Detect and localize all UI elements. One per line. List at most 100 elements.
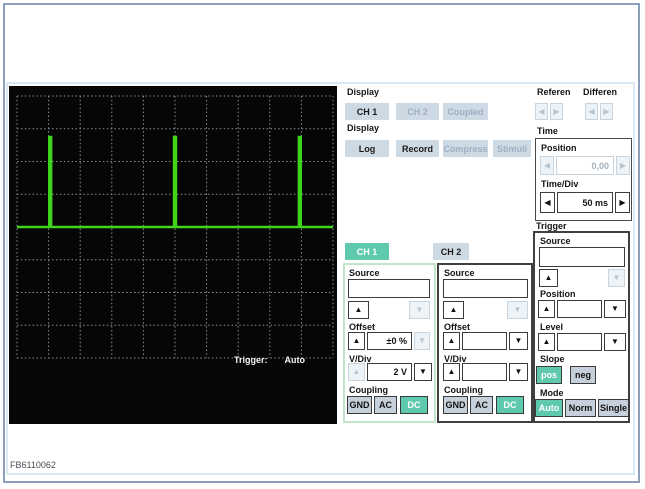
ch2-source-label: Source (444, 268, 475, 278)
ch1-coupling-gnd-button[interactable]: GND (347, 396, 372, 414)
mode-auto-button[interactable]: Auto (535, 399, 563, 417)
right-arrow-icon: ▶ (619, 160, 627, 170)
ch1-offset-field[interactable]: ±0 % (367, 332, 412, 350)
mode-single-button[interactable]: Single (598, 399, 629, 417)
trigger-status-value: Auto (284, 355, 306, 365)
ch1-coupling-dc-button[interactable]: DC (400, 396, 428, 414)
timediv-field[interactable]: 50 ms (557, 192, 613, 213)
ch2-source-down-button[interactable]: ▼ (507, 301, 528, 319)
display-ch2-button[interactable]: CH 2 (396, 103, 439, 120)
display-coupled-button[interactable]: Coupled (443, 103, 488, 120)
compress-button[interactable]: Compress (443, 140, 488, 157)
slope-neg-button[interactable]: neg (570, 366, 596, 384)
record-button[interactable]: Record (396, 140, 439, 157)
up-arrow-icon: ▲ (447, 336, 456, 345)
up-arrow-icon: ▲ (542, 337, 551, 346)
up-arrow-icon: ▲ (544, 273, 553, 282)
tab-ch2[interactable]: CH 2 (433, 243, 469, 260)
up-arrow-icon: ▲ (352, 367, 361, 376)
up-arrow-icon: ▲ (352, 336, 361, 345)
trigger-level-down-button[interactable]: ▼ (604, 333, 626, 351)
time-position-field[interactable]: 0,00 (556, 156, 614, 175)
slope-pos-button[interactable]: pos (536, 366, 562, 384)
ch2-vdiv-field[interactable] (462, 363, 507, 381)
down-arrow-icon: ▼ (611, 304, 619, 313)
up-arrow-icon: ▲ (542, 304, 551, 313)
reference-label: Referen (537, 87, 571, 97)
ch1-source-label: Source (349, 268, 380, 278)
mode-norm-button[interactable]: Norm (565, 399, 596, 417)
trigger-source-label: Source (540, 236, 571, 246)
up-arrow-icon: ▲ (449, 305, 458, 314)
ch2-offset-label: Offset (444, 322, 471, 332)
trigger-position-down-button[interactable]: ▼ (604, 300, 626, 318)
down-arrow-icon: ▼ (611, 337, 619, 346)
down-arrow-icon: ▼ (419, 367, 427, 376)
up-arrow-icon: ▲ (354, 305, 363, 314)
right-arrow-icon: ▶ (619, 197, 626, 207)
timediv-decrease-button[interactable]: ◀ (540, 192, 555, 213)
trigger-slope-label: Slope (540, 354, 565, 364)
scope-svg (16, 95, 334, 359)
trigger-label: Trigger (536, 221, 567, 231)
ch1-vdiv-up-button[interactable]: ▲ (348, 363, 365, 381)
ch2-vdiv-up-button[interactable]: ▲ (443, 363, 460, 381)
left-arrow-icon: ◀ (544, 197, 551, 207)
trigger-level-field[interactable] (557, 333, 602, 351)
trigger-status: Trigger: Auto (234, 355, 305, 365)
ch2-coupling-ac-button[interactable]: AC (470, 396, 493, 414)
ch1-source-down-button[interactable]: ▼ (409, 301, 430, 319)
trigger-source-field[interactable] (539, 247, 625, 267)
trigger-status-label: Trigger: (234, 355, 268, 365)
difference-prev-button[interactable]: ◀ (585, 103, 598, 120)
reference-prev-button[interactable]: ◀ (535, 103, 548, 120)
ch2-offset-down-button[interactable]: ▼ (509, 332, 528, 350)
tab-ch1[interactable]: CH 1 (345, 243, 389, 260)
trigger-source-up-button[interactable]: ▲ (539, 269, 558, 287)
ch1-offset-down-button[interactable]: ▼ (414, 332, 430, 350)
timediv-increase-button[interactable]: ▶ (615, 192, 630, 213)
time-position-label: Position (541, 143, 577, 153)
ch2-coupling-gnd-button[interactable]: GND (443, 396, 468, 414)
display-ch1-button[interactable]: CH 1 (345, 103, 389, 120)
left-arrow-icon: ◀ (538, 106, 545, 116)
left-arrow-icon: ◀ (543, 160, 551, 170)
trigger-position-field[interactable] (557, 300, 602, 318)
ch2-coupling-dc-button[interactable]: DC (496, 396, 524, 414)
trigger-position-up-button[interactable]: ▲ (538, 300, 555, 318)
trigger-position-label: Position (540, 289, 576, 299)
difference-label: Differen (583, 87, 618, 97)
down-arrow-icon: ▼ (514, 336, 523, 345)
down-arrow-icon: ▼ (514, 367, 523, 376)
ch1-source-field[interactable] (348, 279, 430, 298)
ch1-offset-label: Offset (349, 322, 376, 332)
ch1-vdiv-field[interactable]: 2 V (367, 363, 412, 381)
ch1-vdiv-down-button[interactable]: ▼ (414, 363, 432, 381)
right-arrow-icon: ▶ (553, 106, 560, 116)
timediv-label: Time/Div (541, 179, 579, 189)
display-channels-label: Display (347, 87, 380, 97)
ch2-source-field[interactable] (443, 279, 528, 298)
ch1-coupling-ac-button[interactable]: AC (374, 396, 397, 414)
trigger-level-up-button[interactable]: ▲ (538, 333, 555, 351)
ch1-coupling-label: Coupling (349, 385, 388, 395)
reference-next-button[interactable]: ▶ (550, 103, 563, 120)
log-button[interactable]: Log (345, 140, 389, 157)
ch2-offset-up-button[interactable]: ▲ (443, 332, 460, 350)
ch2-vdiv-down-button[interactable]: ▼ (509, 363, 528, 381)
up-arrow-icon: ▲ (447, 367, 456, 376)
time-label: Time (537, 126, 558, 136)
stimuli-button[interactable]: Stimuli (493, 140, 531, 157)
difference-next-button[interactable]: ▶ (600, 103, 613, 120)
display-modes-label: Display (347, 123, 380, 133)
down-arrow-icon: ▼ (415, 305, 424, 314)
trigger-source-down-button[interactable]: ▼ (608, 269, 625, 287)
ch2-offset-field[interactable] (462, 332, 507, 350)
time-position-decrease-button[interactable]: ◀ (540, 156, 554, 175)
ch2-source-up-button[interactable]: ▲ (443, 301, 464, 319)
ch1-offset-up-button[interactable]: ▲ (348, 332, 365, 350)
time-position-increase-button[interactable]: ▶ (616, 156, 630, 175)
right-arrow-icon: ▶ (603, 106, 610, 116)
left-arrow-icon: ◀ (588, 106, 595, 116)
ch1-source-up-button[interactable]: ▲ (348, 301, 369, 319)
